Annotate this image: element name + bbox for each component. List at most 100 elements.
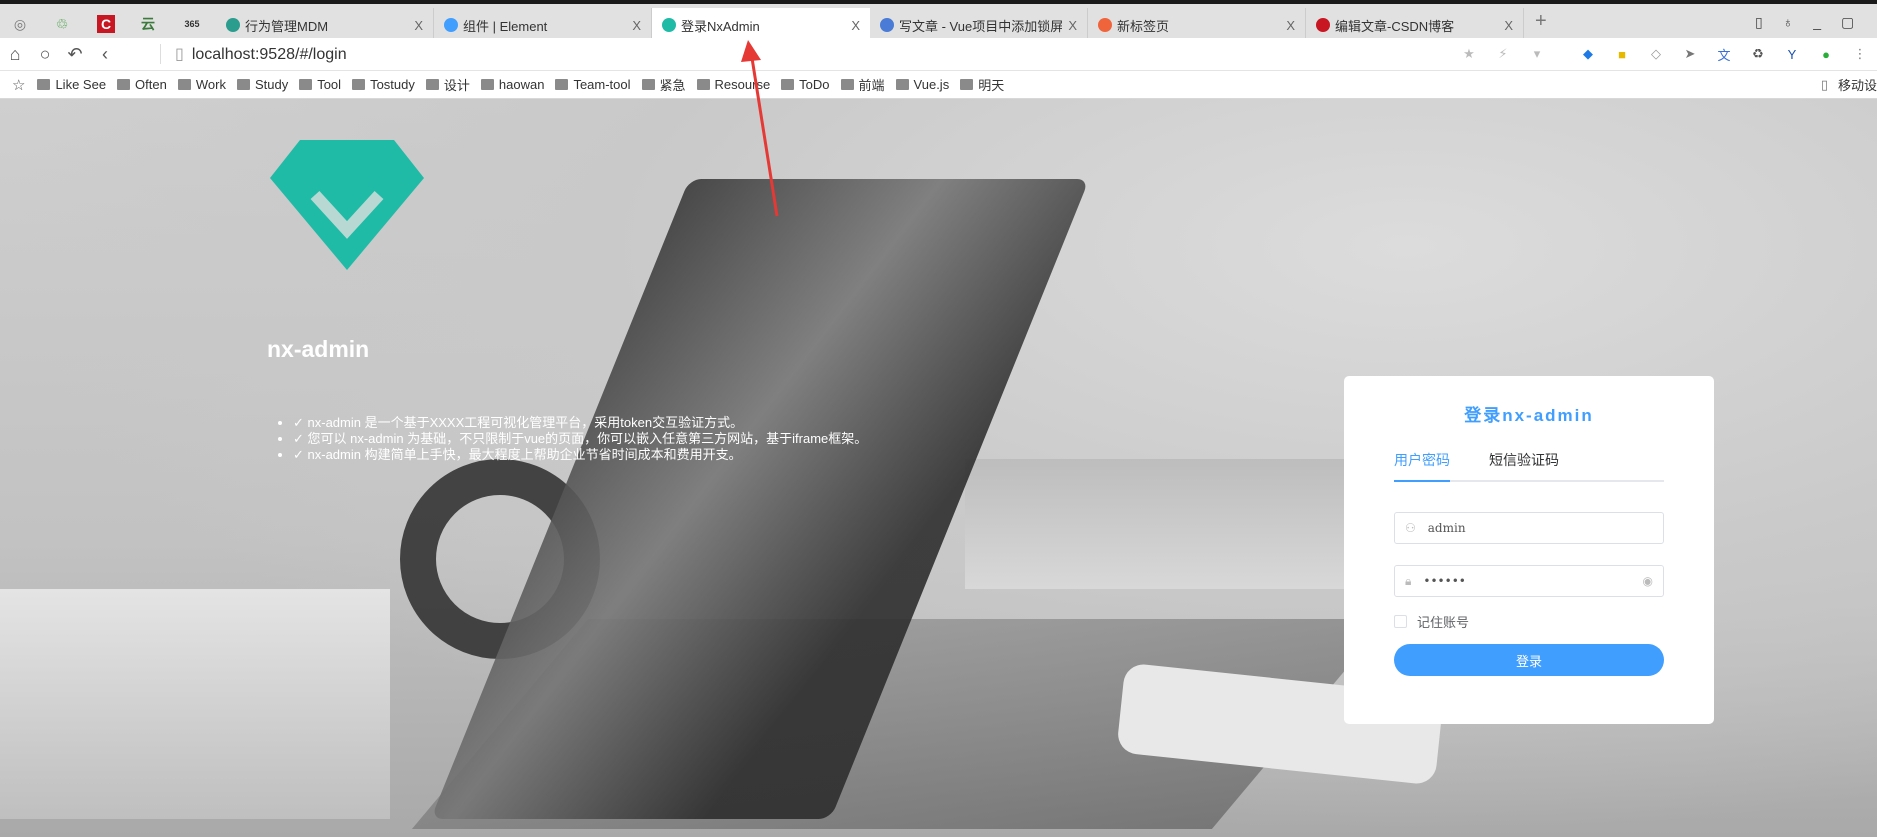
bookmark-item[interactable]: ToDo <box>781 75 830 94</box>
lock-icon: 🔒︎ <box>1405 573 1412 588</box>
bookmark-item[interactable]: Tostudy <box>352 75 415 94</box>
remember-checkbox[interactable]: 记住账号 <box>1394 612 1469 631</box>
folder-icon <box>236 79 250 90</box>
browser-tab[interactable]: 行为管理MDM X <box>216 8 434 42</box>
globe-icon <box>226 18 240 32</box>
mobile-icon[interactable]: ▯ <box>1821 77 1828 93</box>
csdn-write-icon <box>880 18 894 32</box>
folder-icon <box>352 79 366 90</box>
folder-icon <box>425 79 439 90</box>
url-input[interactable]: ▯ localhost:9528/#/login <box>160 44 1452 64</box>
star-bookmark-icon[interactable]: ☆ <box>12 76 25 94</box>
close-tab-icon[interactable]: X <box>632 18 641 33</box>
bookmarks-bar: ☆ Like See Often Work Study Tool Tostudy 设计 hao… <box>0 71 1877 99</box>
address-bar: ⌂ ○ ↶ ‹ ▯ localhost:9528/#/login ★ ⚡ ▾ ◆ … <box>0 38 1877 71</box>
browser-tab[interactable]: 写文章 - Vue项目中添加锁屏 X <box>870 8 1088 42</box>
bg-book <box>0 589 390 819</box>
tab-active-bar <box>1394 480 1450 482</box>
lightning-icon[interactable]: ⚡ <box>1489 44 1517 64</box>
bookmark-label: 明天 <box>978 78 1005 93</box>
browser-tab[interactable]: 登录NxAdmin X <box>652 8 870 42</box>
menu-icon[interactable]: ⋮ <box>1846 44 1874 64</box>
bookmark-item[interactable]: 紧急 <box>641 75 686 94</box>
url-text: localhost:9528/#/login <box>191 46 347 63</box>
bookmark-item[interactable]: Tool <box>299 75 341 94</box>
calendar-pinned-icon[interactable]: 365 <box>176 10 208 38</box>
feature-item: ✓ nx-admin 是一个基于XXXX工程可视化管理平台，采用token交互验… <box>293 415 867 431</box>
bookmark-label: 设计 <box>443 78 470 93</box>
v-extension-icon[interactable]: Y <box>1778 44 1806 64</box>
feature-item: ✓ 您可以 nx-admin 为基础，不只限制于vue的页面，你可以嵌入任意第三… <box>293 431 867 447</box>
bookmark-item[interactable]: Often <box>117 75 167 94</box>
home-icon[interactable]: ⌂ <box>0 44 30 65</box>
checkbox[interactable] <box>1394 615 1407 628</box>
folder-icon <box>480 79 494 90</box>
bookmark-label: 紧急 <box>659 78 686 93</box>
username-input[interactable]: ⚇ admin <box>1394 512 1664 544</box>
pinned-tab-icon[interactable]: ◎ <box>4 10 36 38</box>
translate-icon[interactable]: 文 <box>1710 44 1738 64</box>
bookmark-item[interactable]: 前端 <box>840 75 885 94</box>
username-value: admin <box>1427 521 1466 535</box>
tab-title: 行为管理MDM <box>245 18 329 34</box>
bookmark-label: Like See <box>55 77 107 92</box>
browser-tab[interactable]: 编辑文章-CSDN博客 X <box>1306 8 1524 42</box>
folder-icon <box>781 79 795 90</box>
extension-icon[interactable]: ■ <box>1608 44 1636 64</box>
close-tab-icon[interactable]: X <box>1068 18 1077 33</box>
bookmark-item[interactable]: Like See <box>37 75 106 94</box>
nx-logo-icon <box>270 140 424 270</box>
eye-icon[interactable]: ◉ <box>1643 574 1653 588</box>
star-icon[interactable]: ★ <box>1455 44 1483 64</box>
close-tab-icon[interactable]: X <box>1504 18 1513 33</box>
login-button[interactable]: 登录 <box>1394 644 1664 676</box>
tab-sms[interactable]: 短信验证码 <box>1489 450 1559 470</box>
new-tab-button[interactable]: + <box>1535 10 1547 33</box>
cloud-pinned-icon[interactable]: 云 <box>132 10 164 38</box>
bookmark-label: ToDo <box>799 77 830 92</box>
bookmark-item[interactable]: 设计 <box>425 75 470 94</box>
folder-icon <box>37 79 51 90</box>
folder-icon <box>299 79 313 90</box>
extension-icon[interactable]: ◇ <box>1642 44 1670 64</box>
folder-icon <box>696 79 710 90</box>
password-value: •••••• <box>1423 574 1466 588</box>
close-tab-icon[interactable]: X <box>851 18 860 33</box>
wechat-icon[interactable]: ● <box>1812 44 1840 64</box>
bookmark-label: Vue.js <box>913 77 950 92</box>
cursor-icon[interactable]: ➤ <box>1676 44 1704 64</box>
bg-books <box>965 459 1385 589</box>
recycle-icon[interactable]: ♻ <box>1744 44 1772 64</box>
bookmark-item[interactable]: haowan <box>480 75 544 94</box>
tab-password[interactable]: 用户密码 <box>1394 450 1450 470</box>
tab-title: 登录NxAdmin <box>681 18 760 34</box>
dropdown-icon[interactable]: ▾ <box>1523 44 1551 64</box>
login-card: 登录nx-admin 用户密码 短信验证码 ⚇ admin 🔒︎ •••••• … <box>1344 376 1714 724</box>
back-icon[interactable]: ‹ <box>90 44 120 65</box>
browser-tab[interactable]: 新标签页 X <box>1088 8 1306 42</box>
bookmark-item[interactable]: Team-tool <box>555 75 631 94</box>
bookmark-label: Work <box>195 77 226 92</box>
bookmark-label: Study <box>254 77 289 92</box>
tab-title: 编辑文章-CSDN博客 <box>1335 18 1455 34</box>
tab-title: 组件 | Element <box>463 18 548 34</box>
close-tab-icon[interactable]: X <box>414 18 423 33</box>
tab-title: 写文章 - Vue项目中添加锁屏 <box>899 18 1063 34</box>
bookmark-label: Often <box>135 77 167 92</box>
bookmark-item[interactable]: Vue.js <box>895 75 950 94</box>
window-controls[interactable]: ▯♁_▢ <box>1755 14 1874 31</box>
bookmark-item[interactable]: Study <box>236 75 289 94</box>
csdn-pinned-icon[interactable]: C <box>96 15 116 33</box>
close-tab-icon[interactable]: X <box>1286 18 1295 33</box>
extension-icon[interactable]: ◆ <box>1574 44 1602 64</box>
undo-icon[interactable]: ↶ <box>60 44 90 65</box>
password-input[interactable]: 🔒︎ •••••• ◉ <box>1394 565 1664 597</box>
bookmark-item[interactable]: Resourse <box>696 75 770 94</box>
bookmark-label: 前端 <box>858 78 885 93</box>
pinned-tab-icon[interactable]: ♲ <box>46 10 78 38</box>
bookmark-item[interactable]: 明天 <box>960 75 1004 94</box>
reload-icon[interactable]: ○ <box>30 44 60 65</box>
browser-tab[interactable]: 组件 | Element X <box>434 8 652 42</box>
bookmark-item[interactable]: Work <box>177 75 226 94</box>
mobile-label[interactable]: 移动设 <box>1838 75 1877 94</box>
